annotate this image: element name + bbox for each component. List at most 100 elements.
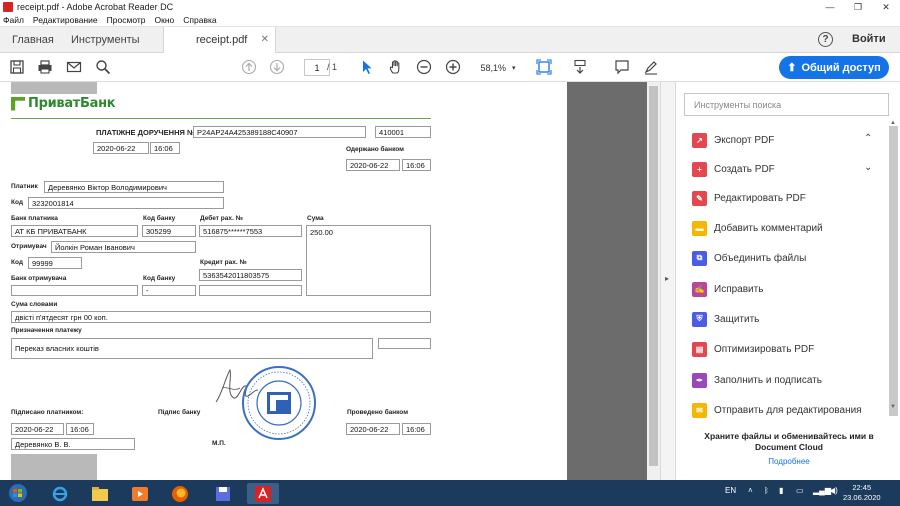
create-pdf-icon: + bbox=[692, 161, 707, 177]
volume-icon[interactable]: ◀) bbox=[829, 486, 838, 495]
tools-panel-scrollbar[interactable] bbox=[889, 126, 898, 416]
payer-code-field: 3232001814 bbox=[28, 197, 224, 209]
payer-bank-label: Банк платника bbox=[11, 215, 58, 222]
privatbank-logo: ПриватБанк bbox=[11, 96, 116, 111]
clock-date: 23.06.2020 bbox=[843, 493, 881, 502]
menu-file[interactable]: Файл bbox=[3, 15, 24, 25]
print-icon[interactable] bbox=[37, 59, 53, 75]
tab-home[interactable]: Главная bbox=[12, 27, 54, 53]
media-player-icon[interactable] bbox=[124, 483, 156, 504]
maximize-button[interactable]: ❐ bbox=[844, 0, 872, 14]
bank-sign-label: Підпис банку bbox=[158, 409, 201, 416]
tool-fix[interactable]: ✍ Исправить bbox=[692, 280, 763, 298]
divider bbox=[11, 118, 431, 119]
tool-optimize-pdf[interactable]: ▤ Оптимизировать PDF bbox=[692, 340, 814, 358]
acrobat-reader-taskbar-icon[interactable] bbox=[247, 483, 279, 504]
tool-fill-sign[interactable]: ✒ Заполнить и подписать bbox=[692, 371, 822, 389]
doc-time-field: 16:06 bbox=[150, 142, 180, 154]
email-icon[interactable] bbox=[66, 59, 82, 75]
zoom-level-value: 58,1% bbox=[480, 62, 506, 73]
received-label: Одержано банком bbox=[346, 146, 404, 153]
page-up-icon[interactable] bbox=[241, 59, 257, 75]
scroll-mode-icon[interactable] bbox=[572, 59, 588, 75]
hand-tool-icon[interactable] bbox=[388, 59, 404, 75]
purpose-label: Призначення платежу bbox=[11, 327, 82, 334]
send-review-icon: ✉ bbox=[692, 402, 707, 418]
tray-arrow-icon[interactable]: ˄ bbox=[748, 486, 753, 495]
tool-label: Создать PDF bbox=[714, 163, 775, 175]
zoom-level-dropdown[interactable]: 58,1% ▾ bbox=[475, 59, 521, 76]
collapse-arrow-icon[interactable]: ▸ bbox=[665, 274, 669, 283]
share-button[interactable]: ⬆ Общий доступ bbox=[779, 56, 889, 79]
document-viewer[interactable]: ПриватБанк ПЛАТІЖНЕ ДОРУЧЕННЯ № P24AP24A… bbox=[0, 82, 660, 480]
recipient-field: Йолкін Роман Іванович bbox=[51, 241, 196, 253]
menu-window[interactable]: Окно bbox=[155, 15, 175, 25]
tool-protect[interactable]: ⛨ Защитить bbox=[692, 310, 759, 328]
panel-scroll-down-icon[interactable]: ▼ bbox=[890, 404, 896, 410]
usb-icon[interactable]: ▮ bbox=[779, 486, 783, 495]
bank-code-label: Код банку bbox=[143, 215, 176, 222]
tool-send-review[interactable]: ✉ Отправить для редактирования bbox=[692, 401, 862, 419]
sign-date-field: 2020-06-22 bbox=[11, 423, 64, 435]
close-button[interactable]: ✕ bbox=[872, 0, 900, 14]
panel-collapse-bar[interactable]: ▸ bbox=[660, 82, 676, 480]
save-disk-app-icon[interactable] bbox=[207, 483, 239, 504]
debit-label: Дебет рах. № bbox=[200, 215, 243, 222]
doc-title: ПЛАТІЖНЕ ДОРУЧЕННЯ № bbox=[96, 128, 196, 137]
select-cursor-icon[interactable] bbox=[359, 59, 375, 75]
comment-icon[interactable] bbox=[614, 59, 630, 75]
tool-label: Экспорт PDF bbox=[714, 134, 775, 146]
learn-more-link[interactable]: Подробнее bbox=[696, 457, 882, 466]
file-explorer-icon[interactable] bbox=[84, 483, 116, 504]
bluetooth-icon[interactable]: ᛒ bbox=[764, 486, 769, 495]
document-scrollbar-thumb[interactable] bbox=[649, 86, 658, 466]
windows-taskbar: EN ˄ ᛒ ▮ ▭ ▂▄▆ ◀) 22:45 23.06.2020 bbox=[0, 480, 900, 506]
empty-field bbox=[199, 285, 302, 296]
doc-number-field: P24AP24A425389188C40907 bbox=[193, 126, 366, 138]
chevron-down-icon[interactable]: ⌄ bbox=[864, 162, 872, 173]
close-tab-icon[interactable]: ✕ bbox=[261, 34, 269, 45]
decorative-gray-block-bottom bbox=[11, 454, 97, 480]
tab-tools[interactable]: Инструменты bbox=[71, 27, 140, 53]
login-button[interactable]: Войти bbox=[852, 33, 886, 45]
window-title: receipt.pdf - Adobe Acrobat Reader DC bbox=[17, 2, 174, 12]
tab-document[interactable]: receipt.pdf ✕ bbox=[163, 27, 276, 53]
optimize-pdf-icon: ▤ bbox=[692, 341, 707, 357]
tool-export-pdf[interactable]: ↗ Экспорт PDF bbox=[692, 131, 774, 149]
tool-add-comment[interactable]: ▬ Добавить комментарий bbox=[692, 219, 823, 237]
tool-edit-pdf[interactable]: ✎ Редактировать PDF bbox=[692, 189, 806, 207]
tools-search-input[interactable]: Инструменты поиска bbox=[684, 93, 889, 116]
received-time-field: 16:06 bbox=[402, 159, 431, 171]
sum-field: 250.00 bbox=[306, 225, 431, 296]
internet-explorer-icon[interactable] bbox=[44, 483, 76, 504]
title-bar: receipt.pdf - Adobe Acrobat Reader DC — … bbox=[0, 0, 900, 14]
zoom-out-icon[interactable] bbox=[416, 59, 432, 75]
search-icon[interactable] bbox=[95, 59, 111, 75]
tool-create-pdf[interactable]: + Создать PDF bbox=[692, 160, 775, 178]
firefox-icon[interactable] bbox=[164, 483, 196, 504]
menu-help[interactable]: Справка bbox=[183, 15, 216, 25]
page-down-icon[interactable] bbox=[269, 59, 285, 75]
received-date-field: 2020-06-22 bbox=[346, 159, 400, 171]
menu-edit[interactable]: Редактирование bbox=[33, 15, 98, 25]
menu-view[interactable]: Просмотр bbox=[107, 15, 146, 25]
recipient-code-label: Код bbox=[11, 259, 23, 266]
sum-words-label: Сума словами bbox=[11, 301, 58, 308]
windows-start-icon[interactable] bbox=[7, 483, 29, 503]
zoom-in-icon[interactable] bbox=[445, 59, 461, 75]
battery-icon[interactable]: ▭ bbox=[796, 486, 804, 495]
chevron-up-icon[interactable]: ⌃ bbox=[864, 133, 872, 144]
save-icon[interactable] bbox=[9, 59, 25, 75]
payer-name-field: Деревянко Віктор Володимирович bbox=[44, 181, 224, 193]
fit-page-icon[interactable] bbox=[536, 59, 552, 75]
edit-pdf-icon: ✎ bbox=[692, 190, 707, 206]
minimize-button[interactable]: — bbox=[816, 0, 844, 14]
language-indicator[interactable]: EN bbox=[725, 486, 736, 495]
purpose-field: Переказ власних коштів bbox=[11, 338, 373, 359]
highlight-pen-icon[interactable] bbox=[643, 59, 659, 75]
clock[interactable]: 22:45 23.06.2020 bbox=[843, 483, 881, 503]
chevron-down-icon: ▾ bbox=[512, 64, 516, 72]
tool-label: Оптимизировать PDF bbox=[714, 343, 815, 355]
tool-combine-files[interactable]: ⧉ Объединить файлы bbox=[692, 249, 806, 267]
help-icon[interactable]: ? bbox=[818, 32, 833, 47]
